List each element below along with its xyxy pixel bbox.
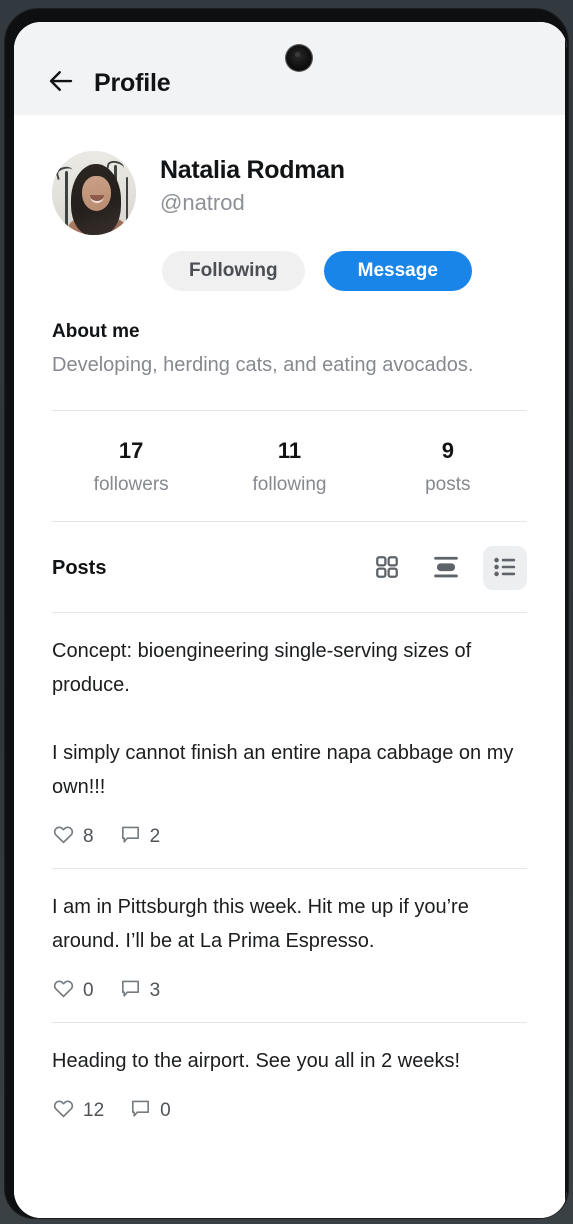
stat-label: posts — [425, 474, 471, 495]
arrow-left-icon — [46, 66, 76, 101]
comment-count: 3 — [149, 980, 161, 1001]
post-text: Concept: bioengineering single-serving s… — [52, 640, 514, 798]
card-view-button[interactable] — [424, 546, 468, 590]
post-item[interactable]: I am in Pittsburgh this week. Hit me up … — [52, 868, 527, 1022]
posts-title: Posts — [52, 556, 107, 579]
posts-header: Posts — [52, 522, 527, 612]
stat-followers[interactable]: 17 followers — [52, 437, 210, 497]
heart-icon — [52, 1097, 75, 1125]
comment-action[interactable]: 2 — [119, 823, 161, 851]
comment-icon — [119, 823, 142, 851]
like-count: 12 — [83, 1100, 105, 1121]
post-meta: 8 2 — [52, 823, 527, 851]
device-bezel: Profile Natalia Rodman @natrod Following… — [4, 8, 569, 1219]
like-action[interactable]: 12 — [52, 1097, 104, 1125]
comment-icon — [119, 977, 142, 1005]
grid-view-icon — [374, 554, 400, 583]
comment-icon — [129, 1097, 152, 1125]
stat-label: following — [252, 474, 327, 495]
heart-icon — [52, 977, 75, 1005]
list-view-button[interactable] — [483, 546, 527, 590]
stat-following[interactable]: 11 following — [210, 437, 368, 497]
post-text: I am in Pittsburgh this week. Hit me up … — [52, 896, 469, 952]
card-view-icon — [432, 554, 460, 583]
stat-value: 11 — [277, 438, 302, 463]
post-item[interactable]: Heading to the airport. See you all in 2… — [52, 1022, 527, 1142]
comment-action[interactable]: 0 — [129, 1097, 171, 1125]
comment-action[interactable]: 3 — [119, 977, 161, 1005]
handle: @natrod — [160, 190, 245, 215]
about-section: About me Developing, herding cats, and e… — [52, 321, 527, 378]
palm-tree-far-right — [126, 177, 128, 235]
about-title: About me — [52, 321, 140, 342]
avatar-face — [82, 176, 111, 211]
profile-identity: Natalia Rodman @natrod — [52, 115, 527, 235]
like-action[interactable]: 0 — [52, 977, 94, 1005]
identity-text: Natalia Rodman @natrod — [160, 151, 345, 218]
stat-posts[interactable]: 9 posts — [369, 437, 527, 497]
like-count: 8 — [83, 826, 94, 847]
back-button[interactable] — [43, 65, 79, 101]
stat-value: 17 — [118, 438, 144, 463]
stats-row: 17 followers 11 following 9 posts — [52, 411, 527, 521]
profile-scroll-area[interactable]: Natalia Rodman @natrod Following Message… — [14, 115, 567, 1218]
display-name: Natalia Rodman — [160, 156, 345, 184]
stat-label: followers — [93, 474, 169, 495]
message-button[interactable]: Message — [323, 251, 472, 291]
stat-value: 9 — [441, 438, 454, 463]
post-meta: 12 0 — [52, 1097, 527, 1125]
screen-right-edge — [565, 22, 567, 1218]
following-button[interactable]: Following — [162, 251, 305, 291]
post-text: Heading to the airport. See you all in 2… — [52, 1050, 461, 1072]
post-meta: 0 3 — [52, 977, 527, 1005]
like-count: 0 — [83, 980, 94, 1001]
like-action[interactable]: 8 — [52, 823, 94, 851]
front-camera-icon — [286, 45, 312, 71]
list-view-icon — [492, 554, 518, 583]
device-frame: Profile Natalia Rodman @natrod Following… — [0, 0, 573, 1224]
grid-view-button[interactable] — [365, 546, 409, 590]
about-text: Developing, herding cats, and eating avo… — [52, 354, 474, 376]
comment-count: 2 — [149, 826, 161, 847]
avatar[interactable] — [52, 151, 136, 235]
post-item[interactable]: Concept: bioengineering single-serving s… — [52, 612, 527, 868]
phone-screen: Profile Natalia Rodman @natrod Following… — [14, 22, 567, 1218]
profile-actions: Following Message — [52, 251, 527, 291]
heart-icon — [52, 823, 75, 851]
page-title: Profile — [94, 69, 171, 97]
view-toggle-group — [365, 546, 527, 590]
comment-count: 0 — [160, 1100, 171, 1121]
